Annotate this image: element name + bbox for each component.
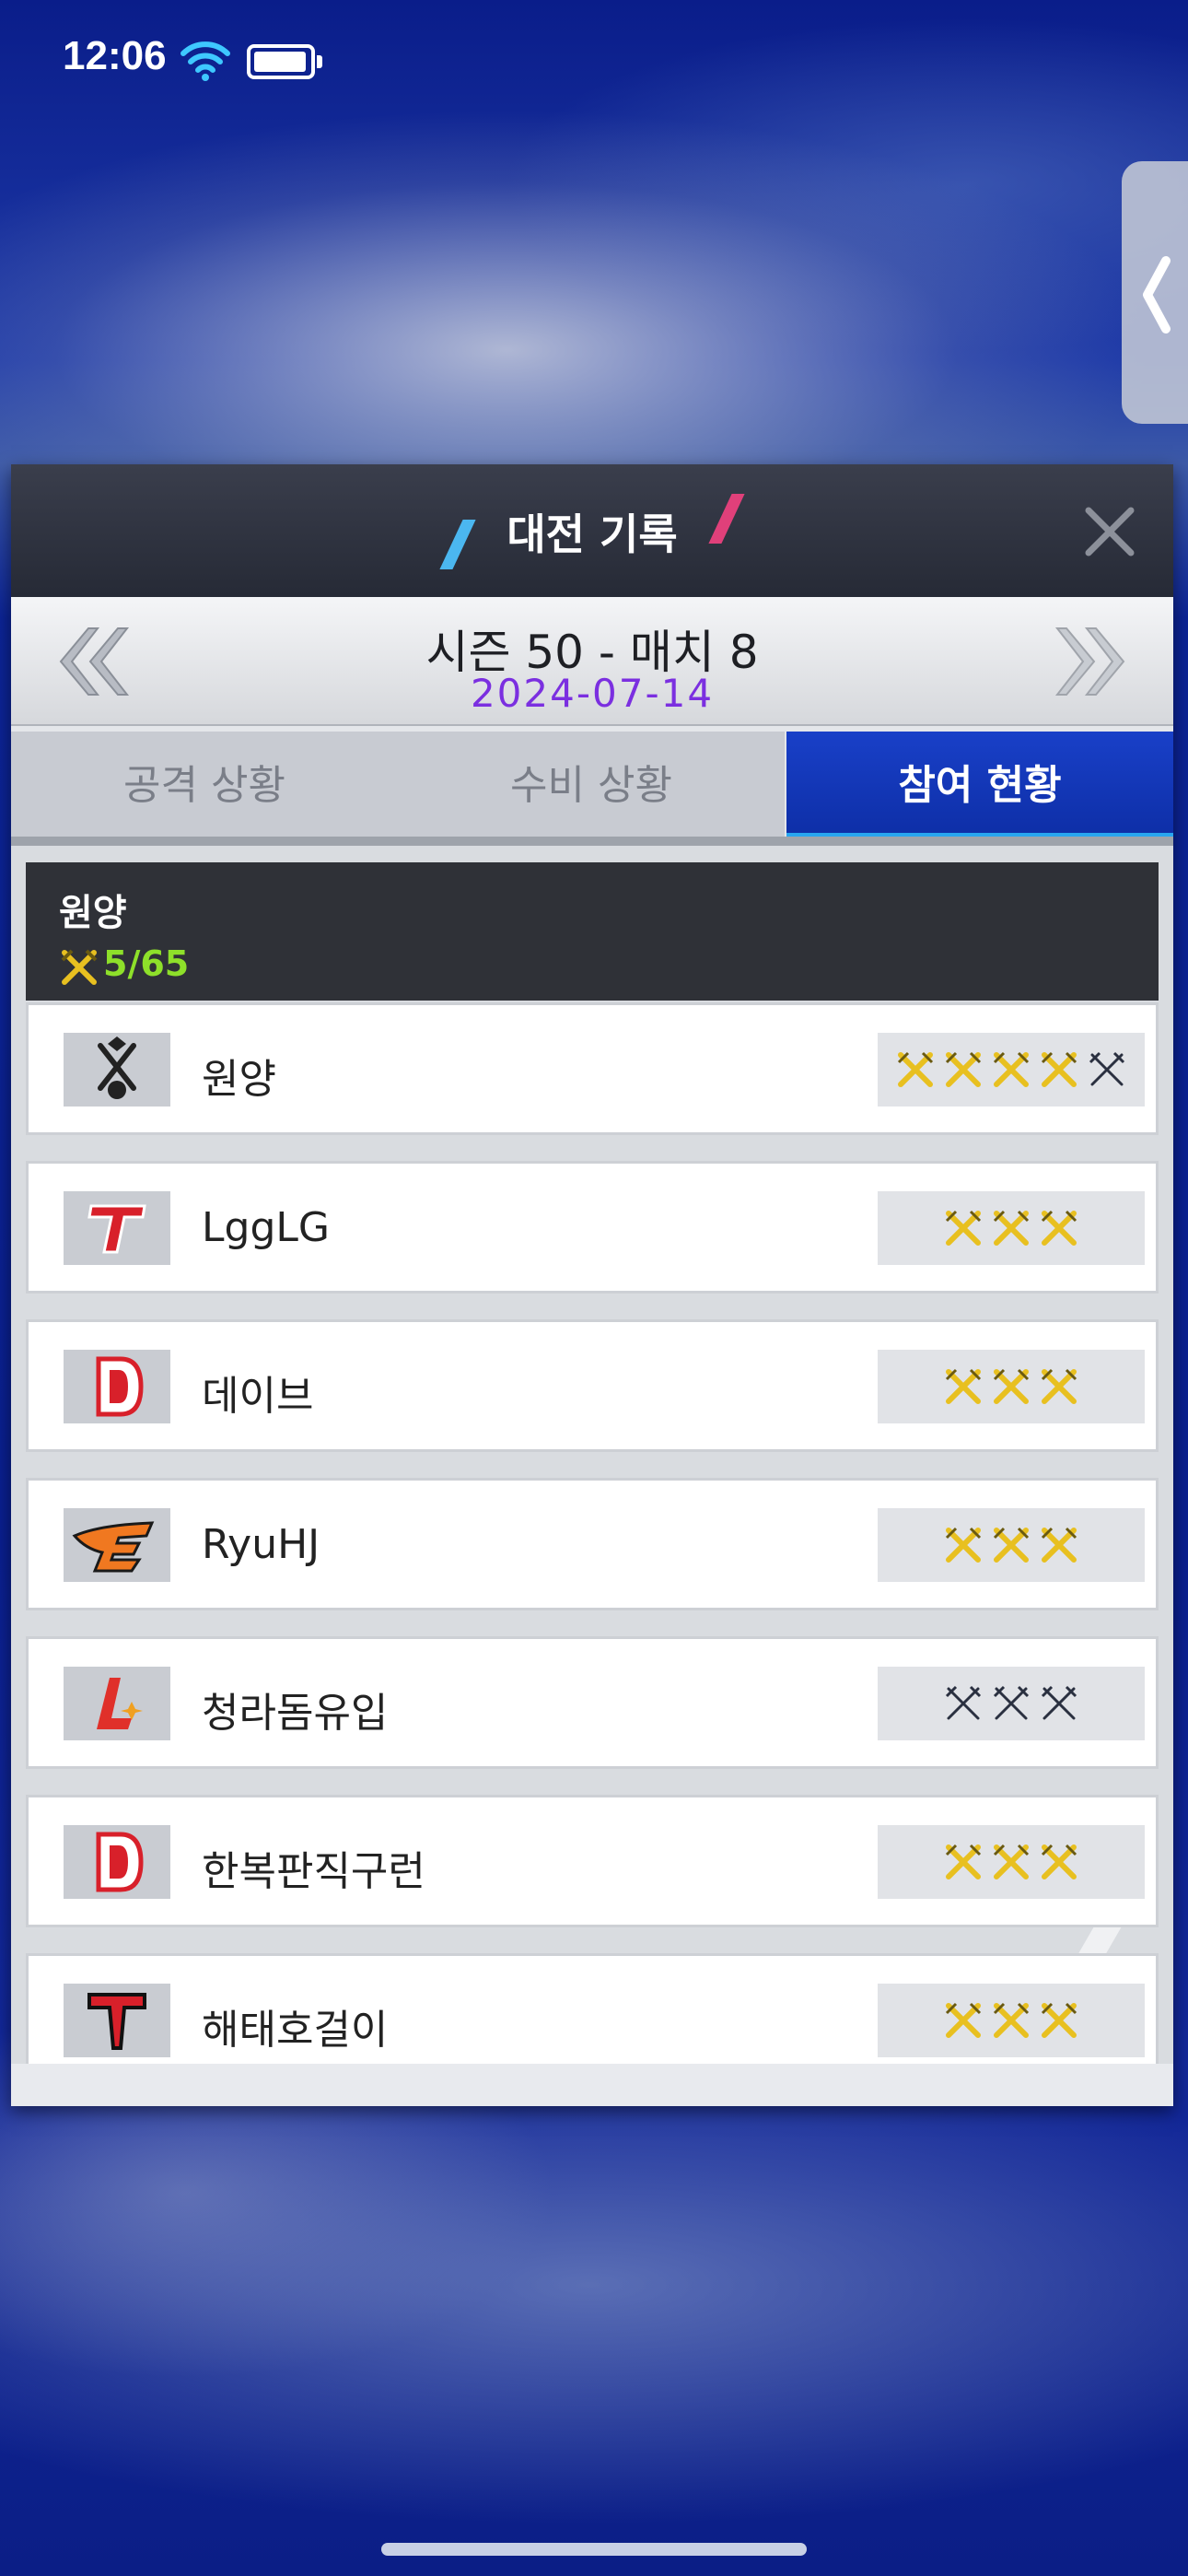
team-name: 원양 <box>59 892 127 934</box>
attack-used-icon <box>993 1844 1030 1879</box>
attack-usage <box>878 1350 1145 1423</box>
home-indicator[interactable] <box>381 2543 807 2556</box>
red-l-logo <box>64 1667 170 1740</box>
attack-used-icon <box>1041 1051 1077 1087</box>
close-button[interactable] <box>1079 501 1140 562</box>
side-panel-handle[interactable] <box>1122 161 1188 424</box>
member-name: 원양 <box>202 1056 276 1103</box>
member-name: 한복판직구런 <box>202 1848 425 1895</box>
status-bar: 12:06 <box>0 0 1188 120</box>
attack-used-icon <box>1041 1844 1077 1879</box>
attack-used-icon <box>993 1051 1030 1087</box>
member-row[interactable]: 해태호걸이 <box>26 1953 1159 2064</box>
battery-icon <box>247 44 322 79</box>
team-attack-count: 5/65 <box>103 943 190 984</box>
tab-defense-status[interactable]: 수비 상황 <box>398 732 785 840</box>
attack-used-icon <box>945 1210 982 1246</box>
participation-list[interactable]: 원양 5/65 원양 LggLG 데이브 RyuHJ 청라돔유입한복판직구런해태호걸이 <box>11 846 1173 2064</box>
attack-usage <box>878 1508 1145 1582</box>
attack-used-icon <box>993 1527 1030 1563</box>
attack-used-icon <box>945 2002 982 2038</box>
attack-unused-icon <box>1041 1685 1077 1720</box>
member-row[interactable]: 데이브 <box>26 1319 1159 1452</box>
chevron-left-icon <box>1143 256 1171 334</box>
crossed-swords-icon <box>61 949 98 985</box>
tab-divider <box>11 837 1173 846</box>
attack-used-icon <box>945 1051 982 1087</box>
attack-used-icon <box>1041 1368 1077 1404</box>
match-date: 2024-07-14 <box>470 671 715 716</box>
dialog-title: 대전 기록 <box>507 509 678 559</box>
attack-used-icon <box>1041 2002 1077 2038</box>
next-match-button[interactable] <box>1054 625 1136 698</box>
member-row[interactable]: 청라돔유입 <box>26 1636 1159 1769</box>
attack-used-icon <box>945 1527 982 1563</box>
member-name: 해태호걸이 <box>202 2007 389 2054</box>
member-name: RyuHJ <box>202 1521 320 1568</box>
attack-used-icon <box>1041 1527 1077 1563</box>
eagle-e-logo <box>64 1508 170 1582</box>
status-time: 12:06 <box>63 33 167 78</box>
dialog-header: 대전 기록 <box>11 464 1173 597</box>
tab-attack-status[interactable]: 공격 상황 <box>11 732 398 840</box>
black-t-logo <box>64 1984 170 2057</box>
attack-used-icon <box>1041 1210 1077 1246</box>
attack-usage <box>878 1825 1145 1899</box>
attack-used-icon <box>993 2002 1030 2038</box>
member-name: 청라돔유입 <box>202 1690 389 1737</box>
tab-bar: 공격 상황 수비 상황 참여 현황 <box>11 732 1173 846</box>
member-row[interactable]: 원양 <box>26 1002 1159 1135</box>
red-d-logo <box>64 1825 170 1899</box>
red-t-logo <box>64 1191 170 1265</box>
tab-participation-status[interactable]: 참여 현황 <box>786 732 1173 840</box>
attack-unused-icon <box>993 1685 1030 1720</box>
red-d-logo <box>64 1350 170 1423</box>
member-name: LggLG <box>202 1204 330 1251</box>
wifi-icon <box>181 41 230 81</box>
match-navigation: 시즌 50 - 매치 8 2024-07-14 <box>11 597 1173 726</box>
attack-used-icon <box>945 1844 982 1879</box>
member-row[interactable]: RyuHJ <box>26 1478 1159 1610</box>
member-name: 데이브 <box>202 1373 314 1420</box>
attack-used-icon <box>945 1368 982 1404</box>
member-row[interactable]: LggLG <box>26 1161 1159 1294</box>
team-summary: 원양 5/65 <box>26 862 1159 1001</box>
attack-unused-icon <box>1089 1051 1125 1086</box>
member-row[interactable]: 한복판직구런 <box>26 1795 1159 1927</box>
swords-emblem-logo <box>64 1033 170 1107</box>
attack-usage <box>878 1191 1145 1265</box>
attack-usage <box>878 1984 1145 2057</box>
attack-used-icon <box>897 1051 934 1087</box>
match-record-dialog: 대전 기록 시즌 50 - 매치 8 2024-07-14 공격 상황 수비 상… <box>11 464 1173 2106</box>
attack-usage <box>878 1667 1145 1740</box>
attack-used-icon <box>993 1368 1030 1404</box>
attack-used-icon <box>993 1210 1030 1246</box>
attack-unused-icon <box>945 1685 982 1720</box>
dialog-footer <box>11 2064 1173 2106</box>
attack-usage <box>878 1033 1145 1107</box>
